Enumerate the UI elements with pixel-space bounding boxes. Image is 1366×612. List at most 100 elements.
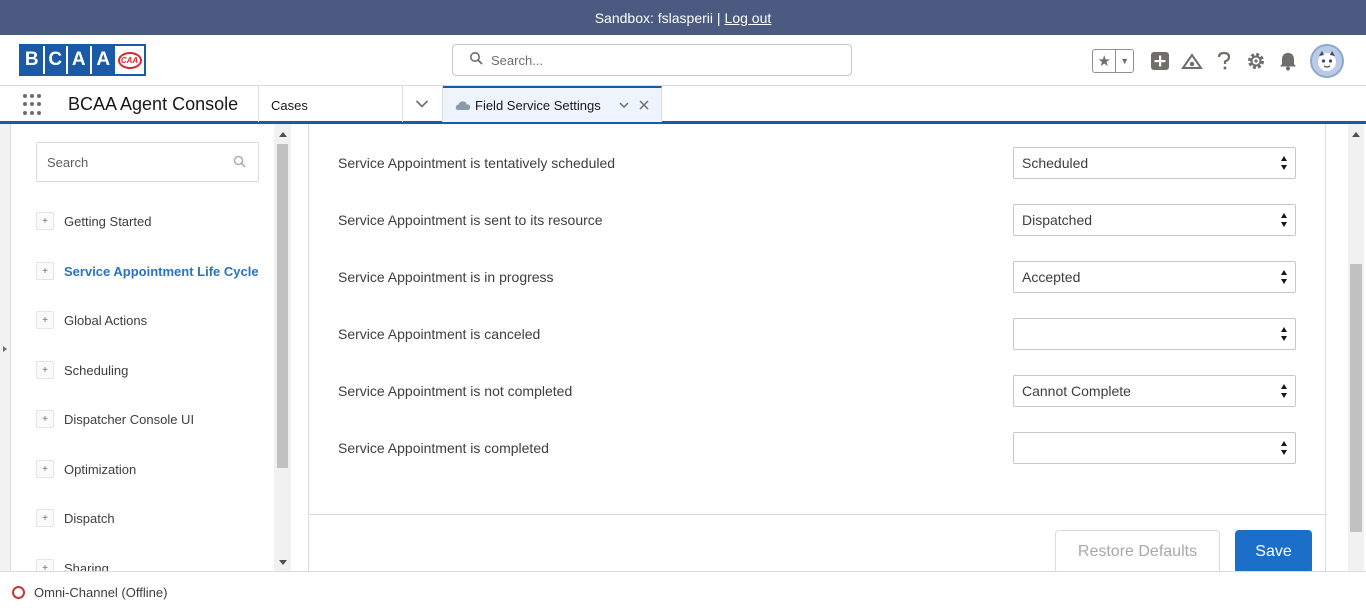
close-icon[interactable] — [638, 98, 650, 116]
search-input[interactable] — [491, 52, 831, 68]
select-value: Accepted — [1022, 269, 1081, 285]
settings-sidebar: + Getting Started + Service Appointment … — [21, 124, 291, 577]
offline-status-icon — [12, 586, 25, 599]
expand-arrow-icon — [3, 346, 7, 352]
trailhead-icon[interactable] — [1176, 45, 1208, 77]
caa-badge-text: CAA — [117, 51, 142, 69]
status-select[interactable] — [1013, 432, 1296, 464]
sidebar-item-scheduling[interactable]: + Scheduling — [36, 360, 128, 380]
status-select[interactable]: Accepted — [1013, 261, 1296, 293]
logout-link[interactable]: Log out — [725, 10, 772, 26]
sidebar-item-label: Getting Started — [64, 213, 152, 229]
save-button[interactable]: Save — [1235, 530, 1312, 574]
utility-bar: Omni-Channel (Offline) — [0, 571, 1366, 612]
tab-field-service-settings[interactable]: Field Service Settings — [443, 86, 662, 122]
sidebar-item-label: Global Actions — [64, 312, 148, 328]
select-value: Scheduled — [1022, 155, 1089, 171]
expand-plus-icon[interactable]: + — [36, 212, 54, 230]
sidebar-item-label: Dispatch — [64, 510, 115, 526]
logo-letter: B — [21, 46, 45, 74]
app-launcher-icon[interactable] — [23, 94, 45, 116]
chevron-down-icon[interactable] — [412, 94, 432, 114]
chevron-down-icon[interactable] — [618, 98, 630, 116]
panel-collapse-handle[interactable] — [0, 124, 11, 571]
avatar[interactable] — [1310, 44, 1344, 78]
global-search[interactable] — [452, 44, 852, 76]
tab-label: Field Service Settings — [475, 97, 601, 113]
bcaa-logo[interactable]: B C A A CAA — [19, 44, 146, 76]
select-arrows-icon — [1281, 441, 1287, 457]
divider — [402, 86, 403, 122]
sidebar-search-input[interactable] — [47, 154, 227, 170]
sandbox-banner: Sandbox: fslasperii | Log out — [0, 0, 1366, 35]
omni-channel-label: Omni-Channel (Offline) — [34, 585, 168, 600]
setting-row: Service Appointment is tentatively sched… — [338, 147, 1296, 179]
status-select[interactable]: Cannot Complete — [1013, 375, 1296, 407]
help-icon[interactable] — [1208, 45, 1240, 77]
object-tab-cases[interactable]: Cases — [271, 98, 308, 113]
restore-defaults-button[interactable]: Restore Defaults — [1055, 530, 1220, 574]
scroll-up-arrow-icon[interactable] — [279, 132, 287, 137]
sidebar-item-optimization[interactable]: + Optimization — [36, 459, 136, 479]
header-actions: ★ ▼ — [1092, 44, 1344, 78]
status-select[interactable]: Scheduled — [1013, 147, 1296, 179]
add-icon[interactable] — [1144, 45, 1176, 77]
console-navigation: BCAA Agent Console Cases Field Service S… — [0, 86, 1366, 124]
scrollbar-thumb[interactable] — [1350, 264, 1362, 532]
setting-label: Service Appointment is sent to its resou… — [338, 212, 603, 228]
global-header: B C A A CAA ★ ▼ — [0, 35, 1366, 86]
setting-row: Service Appointment is canceled — [338, 318, 1296, 350]
logo-letter: C — [44, 46, 68, 74]
expand-plus-icon[interactable]: + — [36, 311, 54, 329]
scroll-up-arrow-icon[interactable] — [1352, 132, 1360, 137]
sidebar-item-dispatcher-console-ui[interactable]: + Dispatcher Console UI — [36, 409, 194, 429]
scroll-down-arrow-icon[interactable] — [279, 560, 287, 565]
favorites-group: ★ ▼ — [1092, 49, 1134, 73]
status-select[interactable]: Dispatched — [1013, 204, 1296, 236]
sidebar-item-label: Scheduling — [64, 362, 129, 378]
logo-letter: A — [68, 46, 92, 74]
expand-plus-icon[interactable]: + — [36, 361, 54, 379]
setting-label: Service Appointment is not completed — [338, 383, 573, 399]
setting-label: Service Appointment is in progress — [338, 269, 554, 285]
sidebar-item-label: Dispatcher Console UI — [64, 411, 195, 427]
setting-row: Service Appointment is sent to its resou… — [338, 204, 1296, 236]
setting-label: Service Appointment is canceled — [338, 326, 541, 342]
caa-badge: CAA — [115, 46, 144, 74]
setting-row: Service Appointment is not completed Can… — [338, 375, 1296, 407]
omni-channel-button[interactable]: Omni-Channel (Offline) — [12, 585, 167, 600]
sidebar-item-dispatch[interactable]: + Dispatch — [36, 508, 115, 528]
setting-label: Service Appointment is completed — [338, 440, 549, 456]
sidebar-item-global-actions[interactable]: + Global Actions — [36, 310, 147, 330]
sidebar-scrollbar[interactable] — [274, 124, 291, 571]
sidebar-item-label: Optimization — [64, 461, 137, 477]
sandbox-label: Sandbox: fslasperii | — [594, 9, 721, 26]
sidebar-search[interactable] — [36, 142, 259, 182]
search-icon — [233, 155, 246, 173]
settings-panel: Service Appointment is tentatively sched… — [308, 124, 1327, 574]
expand-plus-icon[interactable]: + — [36, 410, 54, 428]
expand-plus-icon[interactable]: + — [36, 262, 54, 280]
sidebar-item-service-appointment-life-cycle[interactable]: + Service Appointment Life Cycle — [36, 261, 259, 281]
select-arrows-icon — [1281, 270, 1287, 286]
sidebar-item-label: Service Appointment Life Cycle — [64, 263, 259, 279]
select-value: Dispatched — [1022, 212, 1093, 228]
select-value: Cannot Complete — [1022, 383, 1131, 399]
expand-plus-icon[interactable]: + — [36, 460, 54, 478]
select-arrows-icon — [1281, 213, 1287, 229]
expand-plus-icon[interactable]: + — [36, 509, 54, 527]
status-select[interactable] — [1013, 318, 1296, 350]
select-arrows-icon — [1281, 327, 1287, 343]
search-icon — [469, 51, 483, 70]
chevron-down-icon[interactable]: ▼ — [1116, 56, 1133, 66]
setting-row: Service Appointment is completed — [338, 432, 1296, 464]
bell-icon[interactable] — [1272, 45, 1304, 77]
sidebar-item-getting-started[interactable]: + Getting Started — [36, 211, 151, 231]
select-arrows-icon — [1281, 384, 1287, 400]
gear-icon[interactable] — [1240, 45, 1272, 77]
setting-row: Service Appointment is in progress Accep… — [338, 261, 1296, 293]
scrollbar-thumb[interactable] — [277, 144, 288, 468]
select-arrows-icon — [1281, 156, 1287, 172]
star-icon[interactable]: ★ — [1093, 50, 1117, 72]
main-scrollbar[interactable] — [1348, 124, 1364, 571]
